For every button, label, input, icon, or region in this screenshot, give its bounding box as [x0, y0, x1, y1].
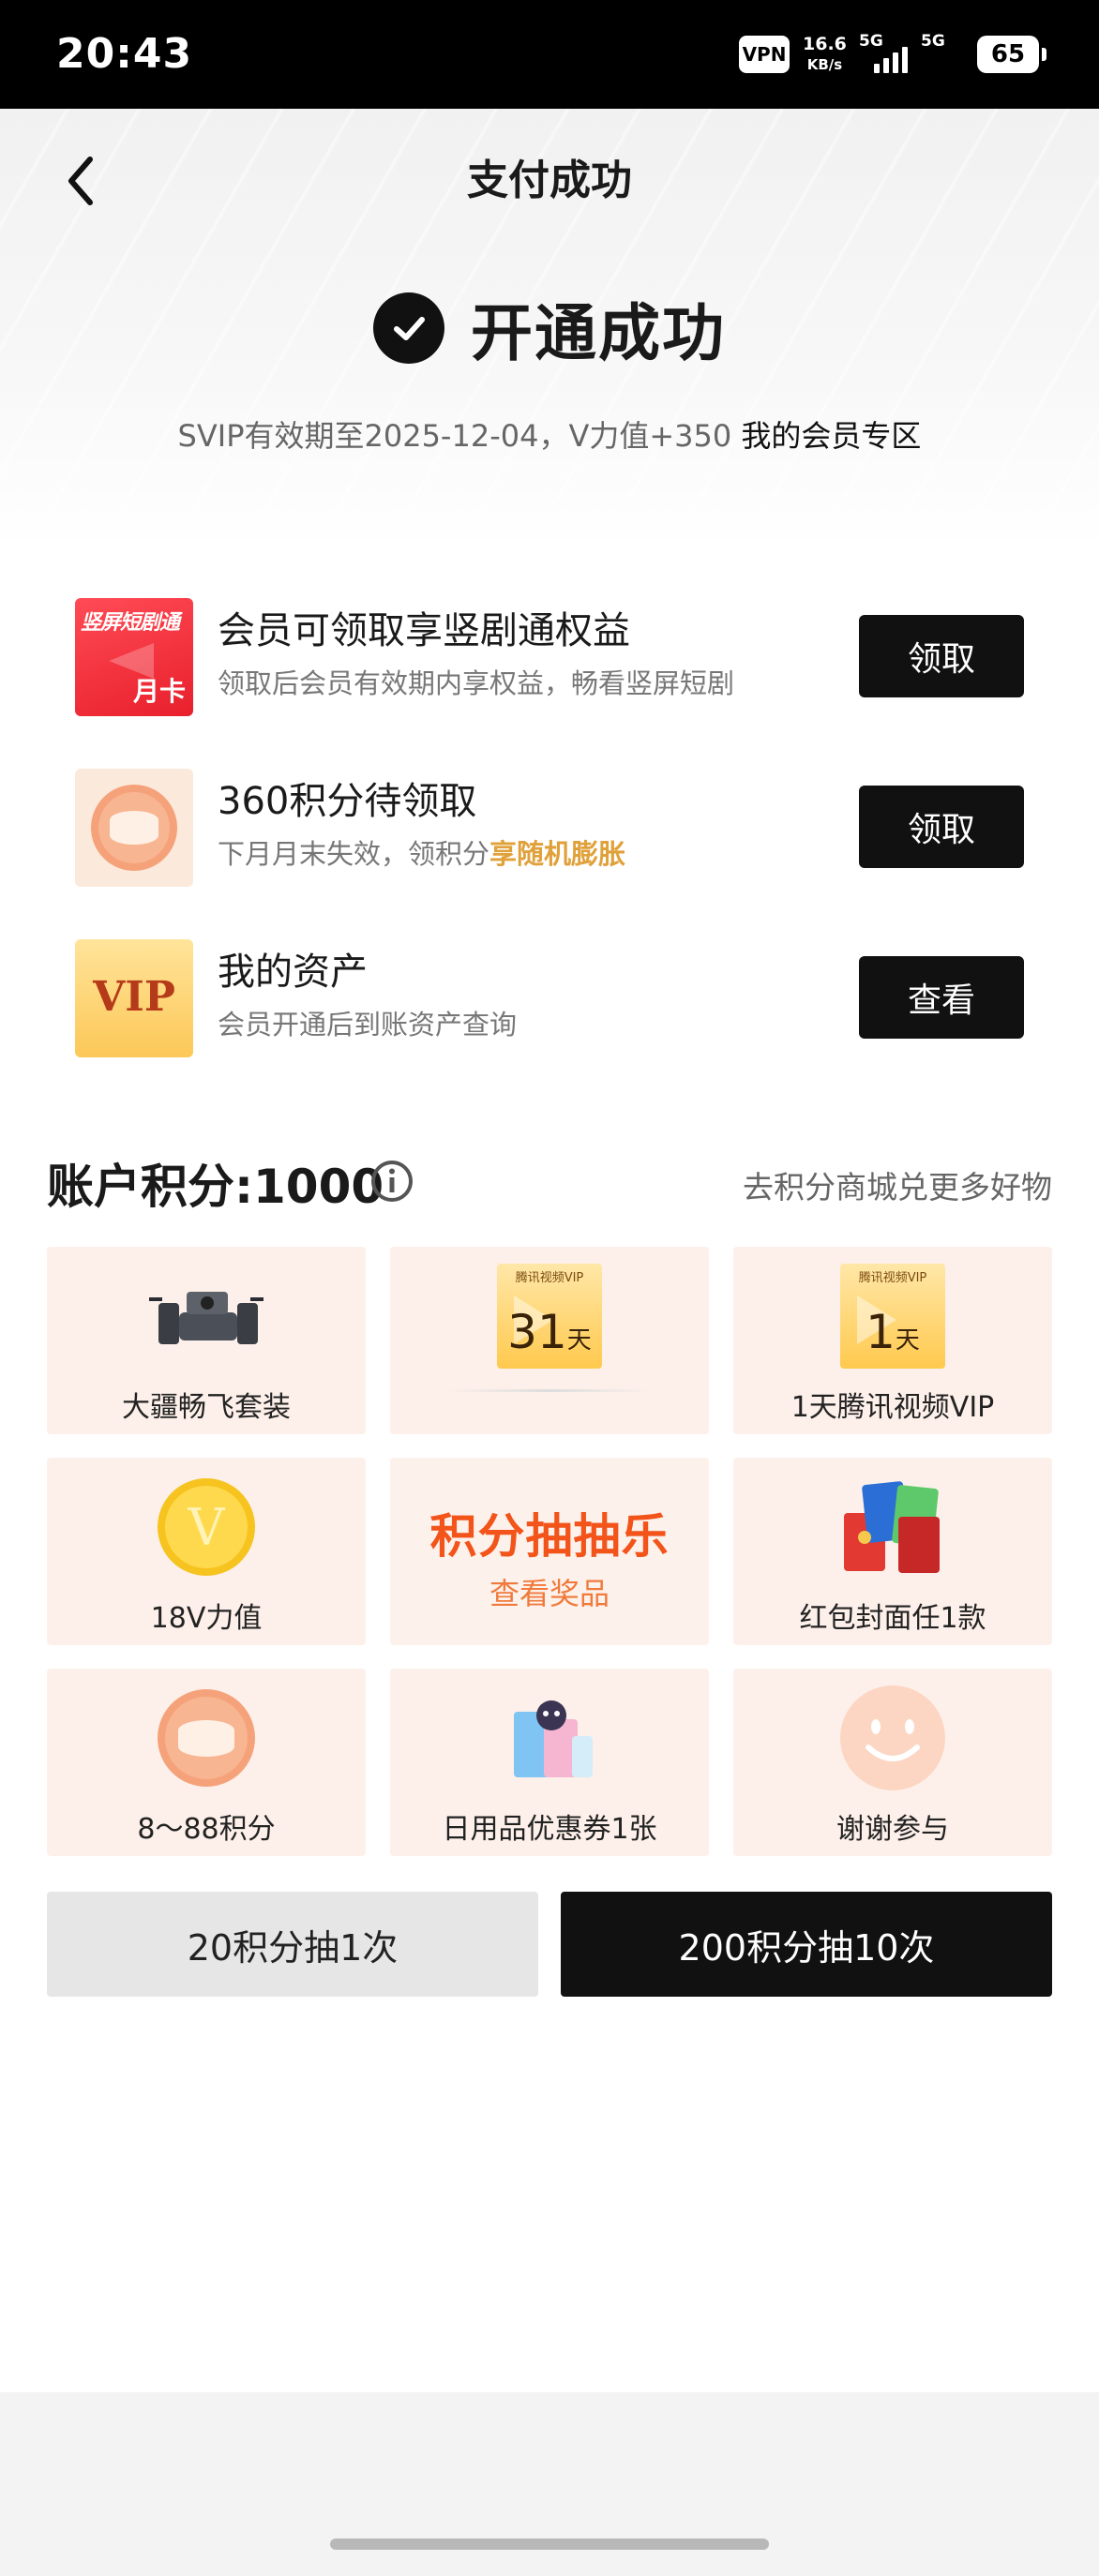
thumb-title: VIP — [93, 973, 175, 1021]
prize-label: 8～88积分 — [137, 1813, 276, 1846]
card-days-number: 1 — [866, 1305, 896, 1359]
prize-item: 腾讯视频VIP 1天 1天腾讯视频VIP — [733, 1247, 1052, 1434]
account-points: 账户积分:1000 — [47, 1160, 384, 1214]
benefit-desc: 领取后会员有效期内享权益，畅看竖屏短剧 — [218, 667, 735, 699]
drone-icon — [149, 1292, 263, 1344]
card-days-number: 31 — [507, 1305, 567, 1359]
battery-icon: 65 — [977, 36, 1046, 73]
prize-item: 日用品优惠券1张 — [390, 1669, 709, 1856]
signal-icon — [874, 45, 908, 73]
page-title: 支付成功 — [467, 157, 632, 204]
success-header: 支付成功 开通成功 SVIP有效期至2025-12-04，V力值+350 我的会… — [0, 109, 1099, 549]
prize-item: 谢谢参与 — [733, 1669, 1052, 1856]
home-indicator[interactable] — [330, 2539, 769, 2550]
smile-face-icon — [840, 1685, 945, 1790]
info-icon[interactable] — [369, 1159, 414, 1204]
claim-points-button[interactable]: 领取 — [859, 786, 1024, 868]
lottery-title: 积分抽抽乐 — [429, 1509, 670, 1564]
svg-text:V: V — [188, 1498, 226, 1557]
points-mall-link[interactable]: 去积分商城兑更多好物 — [743, 1162, 1052, 1207]
red-envelope-cover-icon — [844, 1481, 940, 1573]
list-item: 360积分待领取 下月月末失效，领积分享随机膨胀 领取 — [75, 763, 1024, 934]
points-header: 账户积分:1000 去积分商城兑更多好物 — [47, 1149, 1052, 1214]
status-time: 20:43 — [56, 30, 193, 78]
draw-ten-button[interactable]: 200积分抽10次 — [561, 1892, 1052, 1997]
card-brand: 腾讯视频VIP — [515, 1271, 584, 1285]
card-days-unit: 天 — [566, 1326, 592, 1355]
network-speed-unit: KB/s — [806, 56, 843, 73]
prize-label: 18V力值 — [150, 1602, 263, 1635]
tencent-video-vip-card-icon: 腾讯视频VIP 31天 — [497, 1264, 602, 1369]
prize-label: 大疆畅飞套装 — [122, 1391, 291, 1424]
network-speed: 16.6 KB/s — [803, 34, 847, 75]
thumb-title: 竖屏短剧通 — [81, 611, 180, 635]
svip-expiry-text: SVIP有效期至2025-12-04，V力值+350 — [177, 418, 732, 454]
benefit-title: 会员可领取享竖剧通权益 — [218, 609, 630, 652]
draw-once-button[interactable]: 20积分抽1次 — [47, 1892, 538, 1997]
prize-item: V 18V力值 — [47, 1458, 366, 1645]
benefit-desc: 下月月末失效，领积分享随机膨胀 — [218, 832, 625, 872]
tencent-video-vip-card-icon: 腾讯视频VIP 1天 — [840, 1264, 945, 1369]
card-days-unit: 天 — [895, 1326, 920, 1355]
svip-info: SVIP有效期至2025-12-04，V力值+350 我的会员专区 — [0, 412, 1099, 456]
view-assets-button[interactable]: 查看 — [859, 956, 1024, 1039]
benefit-list: 竖屏短剧通 月卡 会员可领取享竖剧通权益 领取后会员有效期内享权益，畅看竖屏短剧… — [75, 592, 1024, 1104]
prize-item: 腾讯视频VIP 31天 — [390, 1247, 709, 1434]
daily-goods-icon — [514, 1700, 593, 1777]
status-bar: 20:43 VPN 16.6 KB/s 5G 5G 65 — [0, 0, 1099, 109]
drama-card-thumbnail: 竖屏短剧通 月卡 — [75, 598, 193, 716]
chevron-left-icon — [68, 157, 93, 205]
card-days: 31天 — [497, 1305, 602, 1359]
vpn-icon: VPN — [739, 36, 790, 73]
view-prizes-link[interactable]: 查看奖品 — [390, 1570, 709, 1613]
draw-actions: 20积分抽1次 200积分抽10次 — [47, 1892, 1052, 1997]
prize-item: 大疆畅飞套装 — [47, 1247, 366, 1434]
v-coin-icon: V — [158, 1478, 255, 1576]
highlight-divider — [446, 1389, 653, 1392]
benefit-desc-highlight: 享随机膨胀 — [489, 838, 626, 870]
prize-item: 8～88积分 — [47, 1669, 366, 1856]
member-zone-link[interactable]: 我的会员专区 — [741, 418, 921, 454]
prize-label: 1天腾讯视频VIP — [790, 1391, 995, 1424]
card-days: 1天 — [840, 1305, 945, 1359]
prize-label: 红包封面任1款 — [799, 1602, 986, 1635]
back-button[interactable] — [58, 146, 105, 212]
prize-grid: 大疆畅飞套装 腾讯视频VIP 31天 腾讯视频VIP 1天 1天腾讯视频VIP — [47, 1247, 1052, 1856]
claim-button[interactable]: 领取 — [859, 615, 1024, 697]
benefit-title: 360积分待领取 — [218, 780, 477, 823]
benefit-desc: 会员开通后到账资产查询 — [218, 1009, 518, 1041]
network-speed-value: 16.6 — [803, 34, 847, 54]
network-type-2: 5G — [921, 32, 945, 51]
prize-label: 日用品优惠券1张 — [442, 1813, 657, 1846]
prize-item: 红包封面任1款 — [733, 1458, 1052, 1645]
points-coin-icon — [75, 769, 193, 887]
list-item: 竖屏短剧通 月卡 会员可领取享竖剧通权益 领取后会员有效期内享权益，畅看竖屏短剧… — [75, 592, 1024, 763]
benefit-desc-text: 下月月末失效，领积分 — [218, 838, 490, 870]
prize-label: 谢谢参与 — [836, 1813, 949, 1846]
list-item: VIP 我的资产 会员开通后到账资产查询 查看 — [75, 934, 1024, 1104]
success-text: 开通成功 — [471, 297, 726, 369]
vip-card-icon: VIP — [75, 939, 193, 1057]
card-brand: 腾讯视频VIP — [858, 1271, 927, 1285]
benefit-title: 我的资产 — [218, 951, 368, 994]
points-coin-icon — [158, 1689, 255, 1787]
lottery-center-button[interactable]: 积分抽抽乐 查看奖品 — [390, 1458, 709, 1645]
check-circle-icon — [373, 292, 444, 364]
success-status: 开通成功 — [0, 283, 1099, 373]
thumb-subtitle: 月卡 — [132, 676, 186, 707]
